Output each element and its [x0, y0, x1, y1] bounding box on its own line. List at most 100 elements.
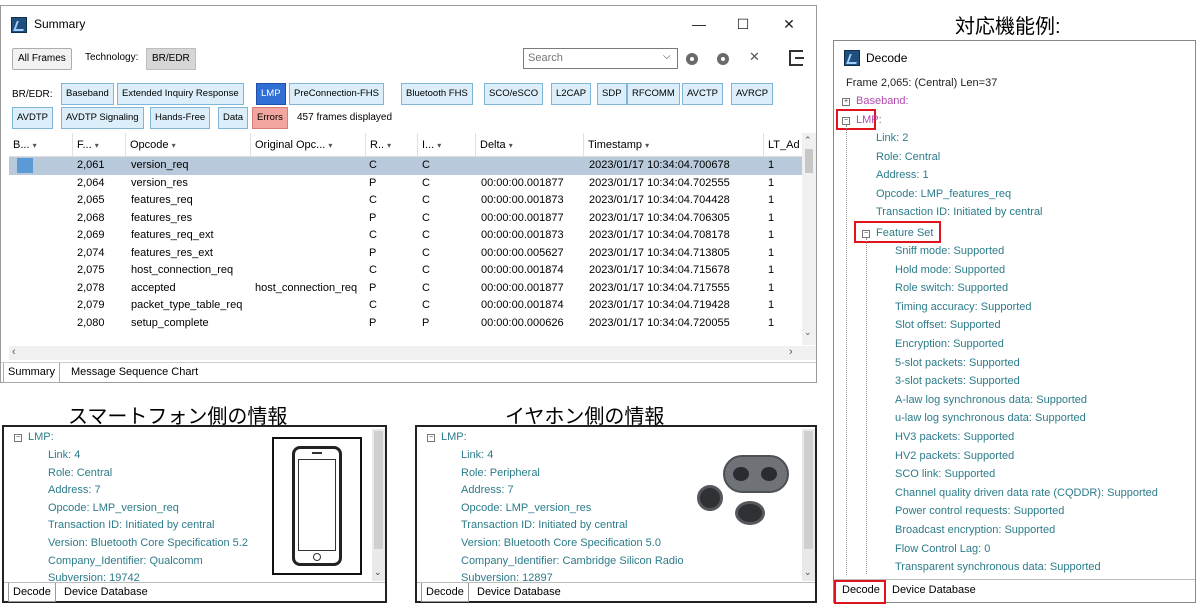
- col-lt-addr[interactable]: LT_Ad: [764, 133, 802, 157]
- tab-decode[interactable]: Decode: [842, 584, 880, 596]
- col-delta[interactable]: Delta ▾: [476, 133, 584, 157]
- tree-field[interactable]: Timing accuracy: Supported: [895, 301, 1032, 313]
- tab-avdtp-signaling[interactable]: AVDTP Signaling: [61, 107, 144, 129]
- tree-field[interactable]: Address: 7: [48, 484, 101, 496]
- maximize-button[interactable]: ☐: [723, 11, 763, 37]
- previous-result-icon[interactable]: [686, 53, 698, 65]
- close-button[interactable]: ✕: [769, 11, 809, 37]
- scroll-down-icon[interactable]: ⌄: [804, 567, 812, 578]
- table-row[interactable]: 2,080 setup_complete P P 00:00:00.000626 2023…: [9, 315, 802, 333]
- tree-field[interactable]: Role: Peripheral: [461, 467, 540, 479]
- vertical-scrollbar[interactable]: ⌃ ⌄: [802, 133, 816, 345]
- tree-field[interactable]: Broadcast encryption: Supported: [895, 524, 1055, 536]
- tree-field[interactable]: Link: 2: [876, 132, 908, 144]
- tree-baseband[interactable]: Baseband:: [856, 95, 909, 107]
- tab-decode[interactable]: Decode: [8, 583, 56, 602]
- table-row[interactable]: 2,069 features_req_ext C C 00:00:00.001873 20…: [9, 227, 802, 245]
- scroll-down-icon[interactable]: ⌄: [374, 567, 382, 578]
- tab-decode[interactable]: Decode: [421, 583, 469, 602]
- tree-field[interactable]: Channel quality driven data rate (CQDDR)…: [895, 487, 1158, 499]
- tree-field[interactable]: Slot offset: Supported: [895, 319, 1001, 331]
- tree-field[interactable]: Transaction ID: Initiated by central: [461, 519, 628, 531]
- col-opcode[interactable]: Opcode ▾: [126, 133, 251, 157]
- collapse-icon[interactable]: −: [427, 434, 435, 442]
- tree-field[interactable]: Encryption: Supported: [895, 338, 1004, 350]
- tree-field[interactable]: Role: Central: [876, 151, 940, 163]
- tab-bluetooth-fhs[interactable]: Bluetooth FHS: [401, 83, 473, 105]
- tab-preconnection-fhs[interactable]: PreConnection-FHS: [289, 83, 385, 105]
- tree-field[interactable]: Subversion: 12897: [461, 572, 553, 584]
- col-original-opcode[interactable]: Original Opc... ▾: [251, 133, 366, 157]
- tab-hands-free[interactable]: Hands-Free: [150, 107, 211, 129]
- table-row[interactable]: 2,068 features_res P C 00:00:00.001877 2023/0…: [9, 210, 802, 228]
- col-timestamp[interactable]: Timestamp ▾: [584, 133, 764, 157]
- tab-device-database[interactable]: Device Database: [473, 583, 565, 602]
- tab-lmp[interactable]: LMP: [256, 83, 286, 105]
- tree-field[interactable]: Subversion: 19742: [48, 572, 140, 584]
- tree-field[interactable]: Role: Central: [48, 467, 112, 479]
- chevron-down-icon[interactable]: ⌵: [663, 51, 671, 62]
- technology-select[interactable]: BR/EDR: [146, 48, 196, 70]
- tree-field[interactable]: Transaction ID: Initiated by central: [876, 206, 1043, 218]
- tab-device-database[interactable]: Device Database: [60, 583, 152, 602]
- tree-feature-set[interactable]: Feature Set: [876, 227, 933, 239]
- tree-field[interactable]: Opcode: LMP_version_res: [461, 502, 591, 514]
- tree-field[interactable]: Company_Identifier: Qualcomm: [48, 555, 203, 567]
- tree-field[interactable]: HV3 packets: Supported: [895, 431, 1014, 443]
- collapse-icon[interactable]: −: [842, 117, 850, 125]
- tab-summary[interactable]: Summary: [3, 363, 61, 383]
- tree-field[interactable]: Opcode: LMP_version_req: [48, 502, 179, 514]
- scroll-thumb[interactable]: [805, 149, 813, 173]
- tree-field[interactable]: Address: 1: [876, 169, 929, 181]
- scroll-down-icon[interactable]: ⌄: [804, 327, 812, 338]
- scroll-up-icon[interactable]: ⌃: [804, 135, 812, 146]
- tab-sdp[interactable]: SDP: [597, 83, 627, 105]
- tab-l2cap[interactable]: L2CAP: [551, 83, 592, 105]
- vertical-scrollbar[interactable]: ⌄: [372, 429, 385, 581]
- clear-search-icon[interactable]: ✕: [749, 49, 760, 65]
- table-row[interactable]: 2,065 features_req C C 00:00:00.001873 2023/0…: [9, 192, 802, 210]
- tree-field[interactable]: A-law log synchronous data: Supported: [895, 394, 1087, 406]
- tree-field[interactable]: 5-slot packets: Supported: [895, 357, 1020, 369]
- search-input[interactable]: Search: [523, 48, 678, 69]
- tab-data[interactable]: Data: [218, 107, 249, 129]
- tree-field[interactable]: Transaction ID: Initiated by central: [48, 519, 215, 531]
- tab-avctp[interactable]: AVCTP: [682, 83, 723, 105]
- table-row[interactable]: 2,078 accepted host_connection_req P C 00:00:…: [9, 280, 802, 298]
- col-r[interactable]: R.. ▾: [366, 133, 418, 157]
- col-frame[interactable]: F... ▾: [73, 133, 126, 157]
- tree-lmp-root[interactable]: LMP:: [28, 431, 54, 443]
- scroll-right-icon[interactable]: ›: [789, 346, 793, 358]
- tree-lmp[interactable]: LMP:: [856, 114, 882, 126]
- tree-field[interactable]: Transparent synchronous data: Supported: [895, 561, 1101, 573]
- scroll-left-icon[interactable]: ‹: [12, 346, 16, 358]
- tree-field[interactable]: Company_Identifier: Cambridge Silicon Ra…: [461, 555, 684, 567]
- table-row[interactable]: 2,061 version_req C C 2023/01/17 10:34:04.70…: [9, 157, 802, 175]
- tree-field[interactable]: Address: 7: [461, 484, 514, 496]
- tree-field[interactable]: Flow Control Lag: 0: [895, 543, 990, 555]
- table-row[interactable]: 2,064 version_res P C 00:00:00.001877 2023/01…: [9, 175, 802, 193]
- expand-icon[interactable]: +: [842, 98, 850, 106]
- collapse-icon[interactable]: −: [862, 230, 870, 238]
- tree-lmp-root[interactable]: LMP:: [441, 431, 467, 443]
- tree-field[interactable]: Link: 4: [461, 449, 493, 461]
- tree-field[interactable]: Version: Bluetooth Core Specification 5.…: [48, 537, 248, 549]
- tab-rfcomm[interactable]: RFCOMM: [627, 83, 680, 105]
- table-row[interactable]: 2,075 host_connection_req C C 00:00:00.00187…: [9, 262, 802, 280]
- tree-field[interactable]: SCO link: Supported: [895, 468, 995, 480]
- tree-field[interactable]: 3-slot packets: Supported: [895, 375, 1020, 387]
- tree-frame-line[interactable]: Frame 2,065: (Central) Len=37: [846, 77, 997, 89]
- minimize-button[interactable]: —: [679, 11, 719, 37]
- col-b[interactable]: B... ▾: [9, 133, 73, 157]
- tab-message-sequence-chart[interactable]: Message Sequence Chart: [67, 363, 202, 383]
- tree-field[interactable]: u-law log synchronous data: Supported: [895, 412, 1086, 424]
- tree-field[interactable]: Hold mode: Supported: [895, 264, 1005, 276]
- tree-field[interactable]: HV2 packets: Supported: [895, 450, 1014, 462]
- col-i[interactable]: I... ▾: [418, 133, 476, 157]
- table-row[interactable]: 2,079 packet_type_table_req C C 00:00:00.001…: [9, 297, 802, 315]
- collapse-icon[interactable]: −: [14, 434, 22, 442]
- tab-extended-inquiry-response[interactable]: Extended Inquiry Response: [117, 83, 244, 105]
- tree-field[interactable]: Link: 4: [48, 449, 80, 461]
- tree-field[interactable]: Sniff mode: Supported: [895, 245, 1004, 257]
- tab-device-database[interactable]: Device Database: [892, 584, 976, 596]
